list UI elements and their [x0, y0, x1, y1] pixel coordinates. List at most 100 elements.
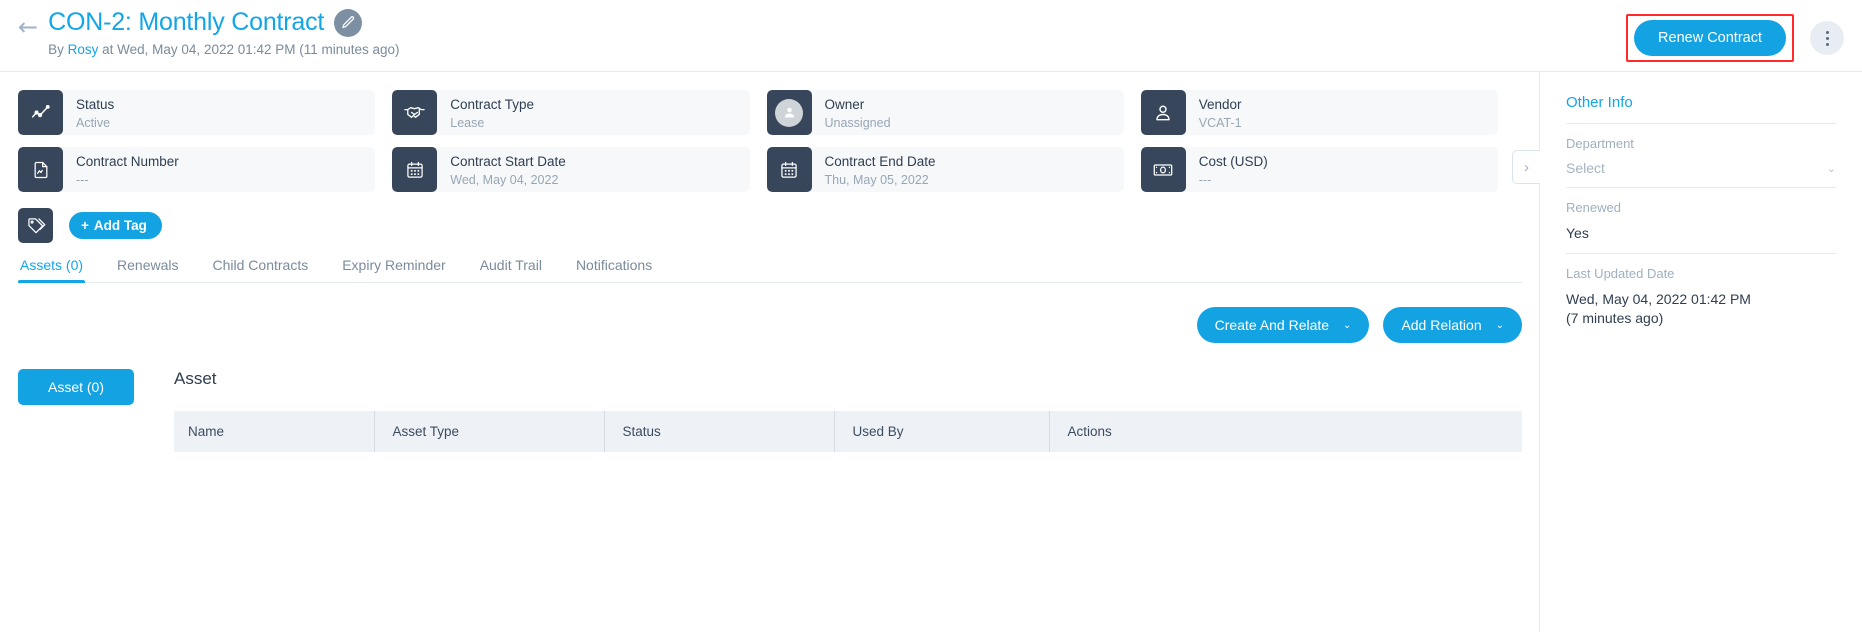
info-card-text: Contract Number ---	[63, 147, 179, 192]
info-card-contract-end-date[interactable]: Contract End Date Thu, May 05, 2022	[766, 147, 1124, 192]
asset-table: Name Asset Type Status Used By Actions	[174, 411, 1522, 452]
main-content: › Status Active Contract Type Lease Owne…	[0, 72, 1540, 632]
renewed-label: Renewed	[1566, 200, 1621, 215]
info-card-value: Wed, May 04, 2022	[450, 173, 559, 188]
chart-line-icon	[18, 90, 63, 135]
info-card-value: ---	[1198, 173, 1212, 188]
info-card-value: Lease	[450, 116, 485, 131]
info-card-vendor[interactable]: Vendor VCAT-1	[1140, 90, 1498, 135]
tag-row: + Add Tag	[18, 208, 1521, 243]
tab-bar: Assets (0) Renewals Child Contracts Expi…	[18, 257, 1522, 283]
plus-icon: +	[81, 218, 89, 233]
info-card-text: Vendor VCAT-1	[1186, 90, 1242, 135]
asset-table-head: Name Asset Type Status Used By Actions	[174, 411, 1522, 452]
action-row: Create And Relate ⌄ Add Relation ⌄	[18, 307, 1522, 343]
info-card-text: Contract Start Date Wed, May 04, 2022	[437, 147, 566, 192]
info-card-contract-start-date[interactable]: Contract Start Date Wed, May 04, 2022	[392, 147, 750, 192]
info-card-cost[interactable]: Cost (USD) ---	[1140, 147, 1498, 192]
info-card-label: Vendor	[1198, 96, 1242, 112]
department-value: Select	[1566, 160, 1605, 176]
avatar	[775, 98, 803, 127]
asset-body: Asset Name Asset Type Status Used By Act…	[134, 369, 1522, 452]
arrow-left-icon[interactable]: ←	[18, 15, 38, 39]
asset-panel: Asset (0) Asset Name Asset Type Status U…	[18, 369, 1522, 452]
subtitle-user-link[interactable]: Rosy	[68, 42, 99, 57]
header-right: Renew Contract	[1626, 14, 1844, 62]
calendar-icon	[766, 147, 812, 192]
add-tag-button[interactable]: + Add Tag	[69, 212, 162, 239]
column-header-status[interactable]: Status	[603, 411, 834, 452]
info-card-label: Contract Number	[76, 153, 179, 169]
page-header: ← CON-2: Monthly Contract By Rosy at Wed…	[0, 0, 1862, 72]
subtitle-suffix: at Wed, May 04, 2022 01:42 PM (11 minute…	[98, 42, 400, 57]
info-card-text: Contract End Date Thu, May 05, 2022	[812, 147, 936, 192]
info-card-grid: Status Active Contract Type Lease Owner …	[18, 90, 1498, 192]
kebab-dot	[1825, 42, 1829, 46]
create-and-relate-button[interactable]: Create And Relate ⌄	[1196, 307, 1370, 343]
column-header-used-by[interactable]: Used By	[833, 411, 1049, 452]
user-avatar-icon	[766, 90, 812, 135]
info-card-contract-number[interactable]: Contract Number ---	[18, 147, 376, 192]
info-card-value: Unassigned	[824, 116, 891, 131]
info-card-label: Owner	[824, 96, 865, 112]
tab-audit-trail[interactable]: Audit Trail	[478, 257, 544, 282]
tags-icon	[18, 208, 53, 243]
kebab-dot	[1825, 30, 1829, 34]
more-vertical-icon[interactable]	[1810, 21, 1844, 55]
column-header-name[interactable]: Name	[174, 411, 374, 452]
pencil-icon[interactable]	[334, 8, 363, 37]
column-header-actions[interactable]: Actions	[1048, 411, 1522, 452]
info-card-contract-type[interactable]: Contract Type Lease	[392, 90, 750, 135]
money-bill-icon	[1140, 147, 1186, 192]
page-title: CON-2: Monthly Contract	[48, 8, 325, 36]
create-and-relate-label: Create And Relate	[1214, 317, 1330, 333]
department-select[interactable]: Select ⌄	[1566, 160, 1836, 176]
page-subtitle: By Rosy at Wed, May 04, 2022 01:42 PM (1…	[48, 42, 399, 57]
title-block: CON-2: Monthly Contract By Rosy at Wed, …	[48, 8, 399, 57]
add-tag-label: Add Tag	[93, 218, 147, 233]
chevron-down-icon: ⌄	[1343, 319, 1352, 331]
tab-notifications[interactable]: Notifications	[574, 257, 654, 282]
info-card-text: Cost (USD) ---	[1186, 147, 1268, 192]
tab-child-contracts[interactable]: Child Contracts	[211, 257, 311, 282]
title-row: CON-2: Monthly Contract	[48, 8, 399, 37]
last-updated-label: Last Updated Date	[1566, 266, 1675, 282]
tab-assets[interactable]: Assets (0)	[18, 257, 86, 283]
calendar-icon	[392, 147, 438, 192]
info-card-status[interactable]: Status Active	[18, 90, 376, 135]
last-updated-relative: (7 minutes ago)	[1566, 309, 1664, 326]
renew-contract-button[interactable]: Renew Contract	[1634, 20, 1786, 56]
field-last-updated: Last Updated Date Wed, May 04, 2022 01:4…	[1566, 254, 1836, 338]
tab-expiry-reminder[interactable]: Expiry Reminder	[340, 257, 447, 282]
info-card-text: Status Active	[63, 90, 114, 135]
info-card-text: Contract Type Lease	[437, 90, 534, 135]
department-label: Department	[1566, 136, 1634, 151]
document-icon	[18, 147, 63, 192]
info-card-value: VCAT-1	[1198, 116, 1242, 131]
field-department: Department Select ⌄	[1566, 124, 1836, 187]
header-left: ← CON-2: Monthly Contract By Rosy at Wed…	[18, 8, 400, 57]
handshake-icon	[392, 90, 438, 135]
field-renewed: Renewed Yes	[1566, 188, 1836, 253]
subtitle-prefix: By	[48, 42, 68, 57]
renew-contract-highlight: Renew Contract	[1626, 14, 1794, 62]
column-header-asset-type[interactable]: Asset Type	[373, 411, 604, 452]
asset-filter-pill[interactable]: Asset (0)	[18, 369, 134, 405]
asset-heading: Asset	[174, 369, 217, 388]
last-updated-value: Wed, May 04, 2022 01:42 PM	[1566, 291, 1751, 308]
chevron-down-icon: ⌄	[1826, 162, 1836, 175]
info-card-owner[interactable]: Owner Unassigned	[766, 90, 1124, 135]
kebab-dot	[1825, 36, 1829, 40]
info-card-value: Active	[76, 116, 111, 131]
info-card-text: Owner Unassigned	[812, 90, 891, 135]
user-icon	[1140, 90, 1186, 135]
other-info-panel: Other Info Department Select ⌄ Renewed Y…	[1540, 72, 1862, 632]
asset-sidebar: Asset (0)	[18, 369, 134, 452]
add-relation-button[interactable]: Add Relation ⌄	[1383, 307, 1522, 343]
renewed-value: Yes	[1566, 225, 1589, 241]
info-card-label: Status	[76, 96, 115, 112]
tab-renewals[interactable]: Renewals	[115, 257, 180, 282]
chevron-right-icon[interactable]: ›	[1512, 150, 1540, 184]
info-card-label: Contract End Date	[824, 153, 936, 169]
chevron-down-icon: ⌄	[1495, 319, 1504, 331]
